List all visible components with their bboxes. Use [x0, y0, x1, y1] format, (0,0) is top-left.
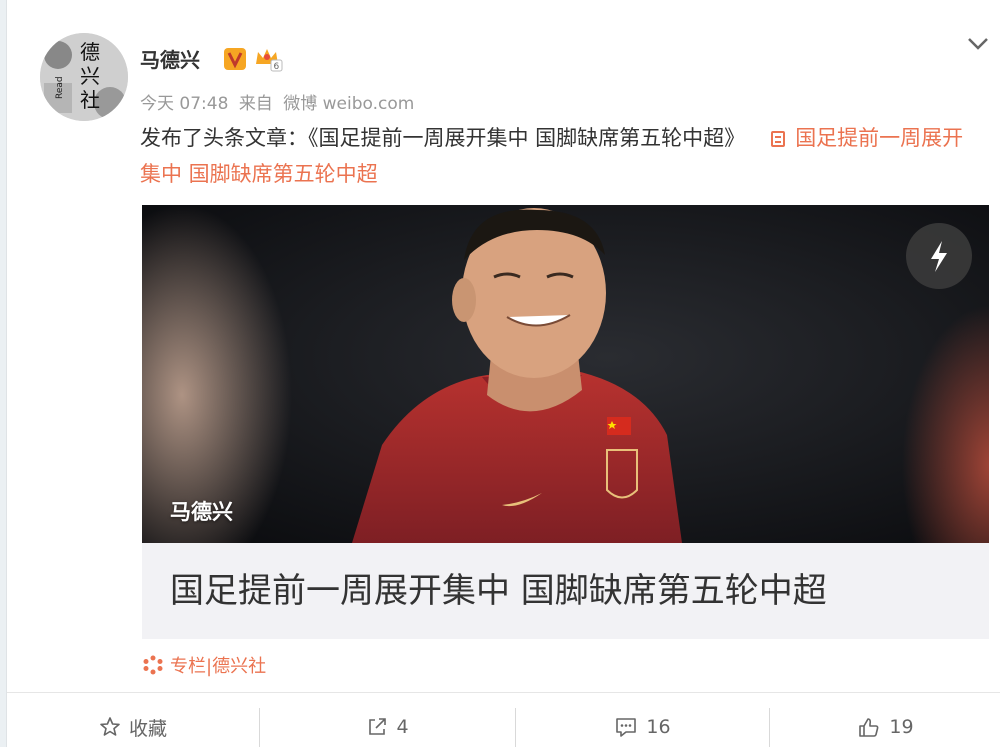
- avatar-char-2: 兴: [80, 64, 100, 88]
- post-body: 发布了头条文章：《国足提前一周展开集中 国脚缺席第五轮中超》: [140, 126, 746, 150]
- repost-count: 4: [396, 716, 409, 738]
- favorite-button[interactable]: 收藏: [7, 707, 259, 747]
- avatar[interactable]: 德 兴 社 Read: [40, 33, 128, 121]
- crown-icon[interactable]: 6: [253, 46, 283, 72]
- like-count: 19: [889, 716, 914, 738]
- article-card[interactable]: 马德兴 国足提前一周展开集中 国脚缺席第五轮中超: [142, 205, 989, 639]
- photo-caption: 马德兴: [170, 500, 233, 524]
- source-prefix: 来自: [238, 94, 273, 114]
- thumbs-up-icon: [859, 718, 879, 737]
- article-link-icon[interactable]: [771, 131, 786, 147]
- article-title[interactable]: 国足提前一周展开集中 国脚缺席第五轮中超: [170, 563, 827, 612]
- favorite-label: 收藏: [128, 717, 167, 740]
- action-divider: [7, 692, 1000, 693]
- post-text: 发布了头条文章：《国足提前一周展开集中 国脚缺席第五轮中超》 国足提前一周展开集中…: [140, 120, 970, 192]
- svg-text:6: 6: [274, 62, 280, 72]
- share-icon: [369, 718, 387, 735]
- comment-button[interactable]: 16: [516, 707, 769, 747]
- post-time[interactable]: 今天 07:48: [140, 94, 228, 114]
- verified-v-icon[interactable]: [224, 48, 246, 70]
- username[interactable]: 马德兴: [140, 44, 200, 73]
- comment-count: 16: [646, 716, 671, 738]
- chevron-down-icon[interactable]: [965, 34, 991, 54]
- column-label: 专栏|德兴社: [170, 656, 267, 677]
- snowflake-icon: [142, 654, 164, 676]
- article-photo[interactable]: 马德兴: [142, 205, 989, 543]
- avatar-side-text: Read: [55, 76, 65, 99]
- like-button[interactable]: 19: [770, 707, 1000, 747]
- post-source[interactable]: 微博 weibo.com: [283, 94, 414, 114]
- lightning-icon[interactable]: [906, 223, 972, 289]
- avatar-image: 德 兴 社 Read: [40, 33, 128, 121]
- avatar-char-1: 德: [80, 40, 100, 64]
- column-link[interactable]: 专栏|德兴社: [142, 652, 266, 678]
- repost-button[interactable]: 4: [260, 707, 515, 747]
- star-icon: [100, 717, 120, 736]
- post-meta: 今天 07:48 来自 微博 weibo.com: [140, 89, 419, 114]
- avatar-char-3: 社: [80, 88, 100, 112]
- comment-icon: [616, 718, 637, 737]
- weibo-card: 德 兴 社 Read 马德兴 6 今天 07:48 来自 微博 weibo.co…: [6, 0, 1000, 747]
